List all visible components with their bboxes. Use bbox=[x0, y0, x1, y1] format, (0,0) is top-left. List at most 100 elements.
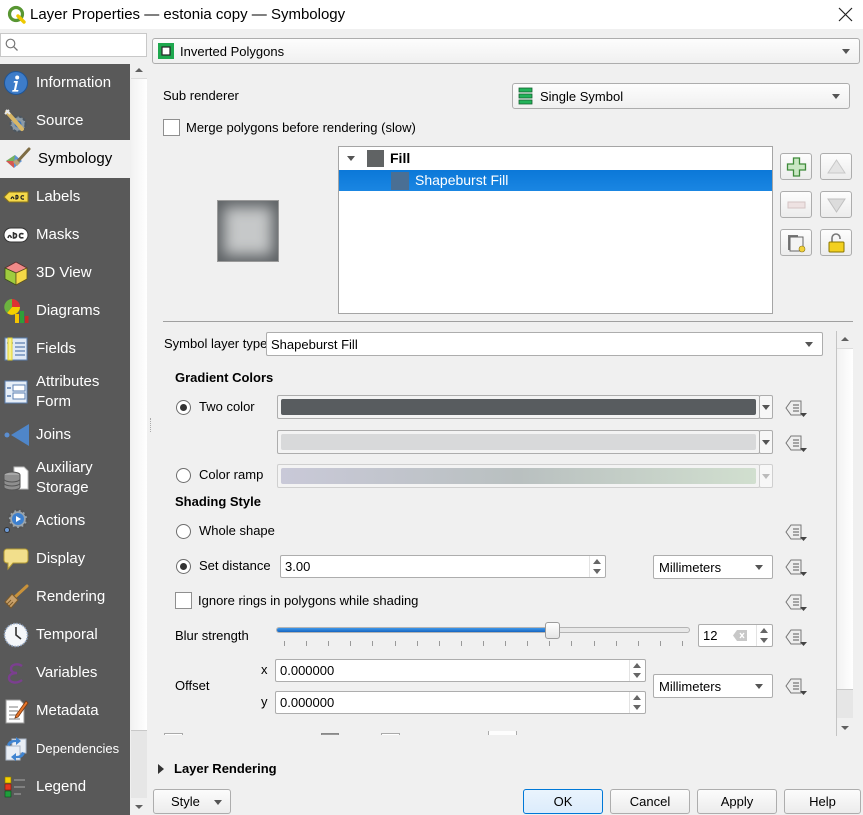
sidebar-item-variables[interactable]: Variables bbox=[0, 654, 130, 692]
data-defined-override-icon[interactable] bbox=[782, 591, 810, 613]
sidebar-item-symbology[interactable]: Symbology bbox=[0, 140, 130, 178]
splitter-handle[interactable] bbox=[150, 418, 152, 432]
sidebar-item-rendering[interactable]: Rendering bbox=[0, 578, 130, 616]
add-symbol-layer-button[interactable] bbox=[780, 153, 812, 180]
color1-swatch bbox=[281, 399, 756, 415]
scroll-down-arrow[interactable] bbox=[837, 720, 854, 736]
sidebar-item-masks[interactable]: Masks bbox=[0, 216, 130, 254]
offset-x-spinbox[interactable]: 0.000000 bbox=[275, 659, 646, 682]
spin-arrows[interactable] bbox=[629, 660, 645, 681]
duplicate-symbol-layer-button[interactable] bbox=[780, 229, 812, 256]
slider-groove[interactable] bbox=[276, 627, 690, 633]
spin-arrows[interactable] bbox=[756, 625, 772, 646]
sidebar-item-label: Joins bbox=[36, 426, 72, 443]
color1-button[interactable] bbox=[277, 395, 760, 419]
sidebar-item-temporal[interactable]: Temporal bbox=[0, 616, 130, 654]
panel-splitter[interactable] bbox=[163, 321, 853, 322]
sidebar-item-display[interactable]: Display bbox=[0, 540, 130, 578]
sidebar-item-attributes-form[interactable]: Attributes Form bbox=[0, 368, 130, 416]
joins-icon bbox=[4, 424, 29, 446]
sidebar-item-source[interactable]: Source bbox=[0, 102, 130, 140]
sidebar-item-information[interactable]: Information bbox=[0, 64, 130, 102]
remove-symbol-layer-button[interactable] bbox=[780, 191, 812, 218]
scroll-down-arrow[interactable] bbox=[131, 799, 148, 815]
spin-arrows[interactable] bbox=[629, 692, 645, 713]
merge-polygons-checkbox[interactable] bbox=[163, 119, 180, 136]
layer-rendering-group[interactable]: Layer Rendering bbox=[174, 761, 277, 777]
scrollbar-thumb[interactable] bbox=[837, 348, 853, 690]
spin-arrows[interactable] bbox=[589, 556, 605, 577]
move-down-button[interactable] bbox=[820, 191, 852, 218]
apply-button[interactable]: Apply bbox=[697, 789, 777, 814]
set-distance-radio[interactable] bbox=[176, 559, 191, 574]
sidebar-item-label: Information bbox=[36, 74, 112, 91]
distance-unit-combo[interactable]: Millimeters bbox=[653, 555, 773, 579]
move-up-button[interactable] bbox=[820, 153, 852, 180]
color-ramp-button[interactable] bbox=[277, 464, 760, 488]
color-ramp-dropdown[interactable] bbox=[759, 464, 773, 488]
blur-strength-spinbox[interactable]: 12 bbox=[698, 624, 773, 647]
ignore-rings-checkbox[interactable] bbox=[175, 592, 192, 609]
color2-button[interactable] bbox=[277, 430, 760, 454]
sub-renderer-label: Sub renderer bbox=[163, 88, 239, 103]
tree-row-shapeburst-fill[interactable]: Shapeburst Fill bbox=[339, 170, 772, 191]
close-icon[interactable] bbox=[838, 7, 853, 22]
data-defined-override-icon[interactable] bbox=[782, 556, 810, 578]
settings-scrollbar[interactable] bbox=[836, 331, 854, 736]
sidebar-item-diagrams[interactable]: Diagrams bbox=[0, 292, 130, 330]
symbol-layer-type-value: Shapeburst Fill bbox=[271, 336, 358, 352]
sidebar-item-3d-view[interactable]: 3D View bbox=[0, 254, 130, 292]
blur-strength-slider[interactable] bbox=[276, 620, 690, 648]
color-ramp-radio[interactable] bbox=[176, 468, 191, 483]
expand-arrow-icon[interactable] bbox=[347, 156, 355, 161]
sidebar-item-dependencies[interactable]: Dependencies bbox=[0, 730, 130, 768]
color1-dropdown[interactable] bbox=[759, 395, 773, 419]
tree-row-fill[interactable]: Fill bbox=[339, 148, 772, 169]
renderer-combo[interactable]: Inverted Polygons bbox=[152, 38, 860, 64]
sidebar-item-labels[interactable]: Labels bbox=[0, 178, 130, 216]
offset-unit-combo[interactable]: Millimeters bbox=[653, 674, 773, 698]
style-menu-button[interactable]: Style bbox=[153, 789, 231, 814]
scroll-up-arrow[interactable] bbox=[837, 331, 854, 347]
scrollbar-track[interactable] bbox=[131, 731, 147, 798]
sub-renderer-combo[interactable]: Single Symbol bbox=[512, 83, 850, 109]
unlock-icon bbox=[828, 233, 845, 253]
ok-button[interactable]: OK bbox=[523, 789, 603, 814]
sidebar-search[interactable] bbox=[0, 33, 147, 57]
scroll-up-arrow[interactable] bbox=[131, 62, 148, 78]
sidebar-item-metadata[interactable]: Metadata bbox=[0, 692, 130, 730]
data-defined-override-icon[interactable] bbox=[782, 626, 810, 648]
sidebar-item-legend[interactable]: Legend bbox=[0, 768, 130, 806]
sidebar-item-auxiliary-storage[interactable]: Auxiliary Storage bbox=[0, 454, 130, 502]
two-color-radio[interactable] bbox=[176, 400, 191, 415]
sidebar-item-fields[interactable]: Fields bbox=[0, 330, 130, 368]
offset-y-value: 0.000000 bbox=[280, 695, 335, 710]
offset-y-spinbox[interactable]: 0.000000 bbox=[275, 691, 646, 714]
clipped-button[interactable] bbox=[488, 731, 517, 735]
clipped-checkbox[interactable] bbox=[164, 733, 183, 735]
whole-shape-radio[interactable] bbox=[176, 524, 191, 539]
data-defined-override-icon[interactable] bbox=[782, 432, 810, 454]
scrollbar-thumb[interactable] bbox=[131, 78, 147, 731]
slider-handle[interactable] bbox=[544, 622, 560, 639]
data-defined-override-icon[interactable] bbox=[782, 397, 810, 419]
cancel-button[interactable]: Cancel bbox=[610, 789, 690, 814]
sidebar-scrollbar[interactable] bbox=[131, 62, 148, 815]
color2-dropdown[interactable] bbox=[759, 430, 773, 454]
tree-row-label: Shapeburst Fill bbox=[415, 172, 509, 188]
data-defined-override-icon[interactable] bbox=[782, 675, 810, 697]
metadata-icon bbox=[5, 699, 29, 724]
distance-spinbox[interactable]: 3.00 bbox=[280, 555, 606, 578]
symbol-layer-type-combo[interactable]: Shapeburst Fill bbox=[266, 332, 823, 356]
lock-layer-button[interactable] bbox=[820, 229, 852, 256]
sidebar-item-label: Labels bbox=[36, 188, 81, 205]
expand-arrow-icon[interactable] bbox=[158, 764, 164, 774]
sidebar-item-actions[interactable]: Actions bbox=[0, 502, 130, 540]
data-defined-override-icon[interactable] bbox=[782, 521, 810, 543]
search-input[interactable] bbox=[21, 36, 145, 56]
clear-icon[interactable] bbox=[733, 630, 747, 641]
sidebar-item-joins[interactable]: Joins bbox=[0, 416, 130, 454]
clipped-checkbox[interactable] bbox=[381, 733, 400, 735]
scrollbar-track[interactable] bbox=[837, 690, 853, 718]
help-button[interactable]: Help bbox=[784, 789, 861, 814]
